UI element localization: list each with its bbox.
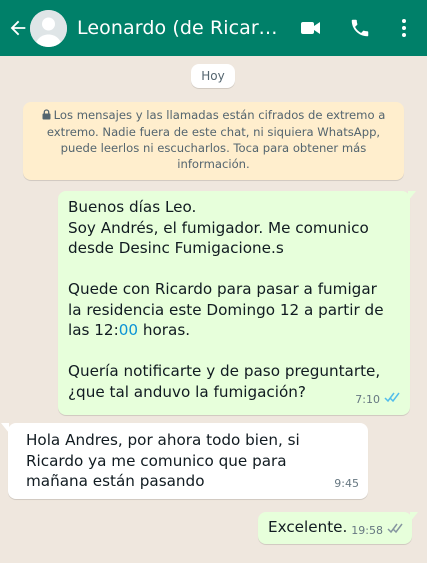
- message-time: 7:10: [355, 392, 380, 406]
- bubble-tail: [1, 423, 9, 433]
- message-time: 19:58: [351, 523, 383, 537]
- bubble-tail: [408, 191, 416, 201]
- whatsapp-chat-screen: Leonardo (de Ricardo)... Hoy: [0, 0, 427, 563]
- more-vert-icon[interactable]: [390, 14, 418, 42]
- message-bubble-incoming[interactable]: Hola Andres, por ahora todo bien, si Ric…: [1, 423, 368, 499]
- phone-call-icon[interactable]: [346, 14, 374, 42]
- message-line: ¿que tal anduvo la fumigación?: [68, 382, 306, 401]
- message-line: mañana están pasando: [26, 472, 205, 490]
- encryption-notice[interactable]: Los mensajes y las llamadas están cifrad…: [23, 102, 404, 180]
- message-meta: 7:10: [355, 390, 401, 411]
- delivered-ticks-icon: [387, 521, 404, 542]
- message-bubble-outgoing[interactable]: Excelente. 19:58: [258, 512, 418, 544]
- chat-header: Leonardo (de Ricardo)...: [0, 0, 427, 56]
- message-time: 9:45: [334, 476, 359, 490]
- message-text: las 12:: [68, 321, 119, 339]
- message-line: desde Desinc Fumigacione.s: [68, 239, 284, 257]
- message-line: la residencia este Domingo 12 a partir d…: [68, 300, 384, 319]
- chat-area[interactable]: Hoy Los mensajes y las llamadas están ci…: [0, 56, 427, 563]
- default-avatar-icon[interactable]: [30, 9, 67, 47]
- video-call-icon[interactable]: [297, 14, 325, 42]
- message-line: Quería notificarte y de paso preguntarte…: [68, 362, 381, 380]
- time-link[interactable]: 00: [119, 321, 138, 339]
- read-ticks-icon: [384, 390, 401, 411]
- lock-icon: [42, 108, 51, 124]
- message-line: Quede con Ricardo para pasar a fumigar: [68, 280, 377, 298]
- bubble-tail: [410, 512, 418, 522]
- encryption-notice-text: Los mensajes y las llamadas están cifrad…: [46, 108, 386, 171]
- message-meta: 9:45: [334, 474, 359, 495]
- message-line: Ricardo ya me comunico que para: [26, 451, 287, 470]
- message-line-time-link: las 12:00 horas.: [68, 320, 400, 341]
- message-text: horas.: [138, 321, 191, 339]
- message-line: Soy Andrés, el fumigador. Me comunico: [68, 218, 369, 237]
- message-meta: 19:58: [351, 521, 404, 542]
- message-bubble-outgoing[interactable]: Buenos días Leo. Soy Andrés, el fumigado…: [58, 191, 416, 415]
- contact-name[interactable]: Leonardo (de Ricardo)...: [77, 17, 283, 39]
- message-line: Buenos días Leo.: [68, 198, 197, 216]
- message-line: Hola Andres, por ahora todo bien, si: [26, 431, 300, 449]
- date-chip: Hoy: [191, 64, 235, 88]
